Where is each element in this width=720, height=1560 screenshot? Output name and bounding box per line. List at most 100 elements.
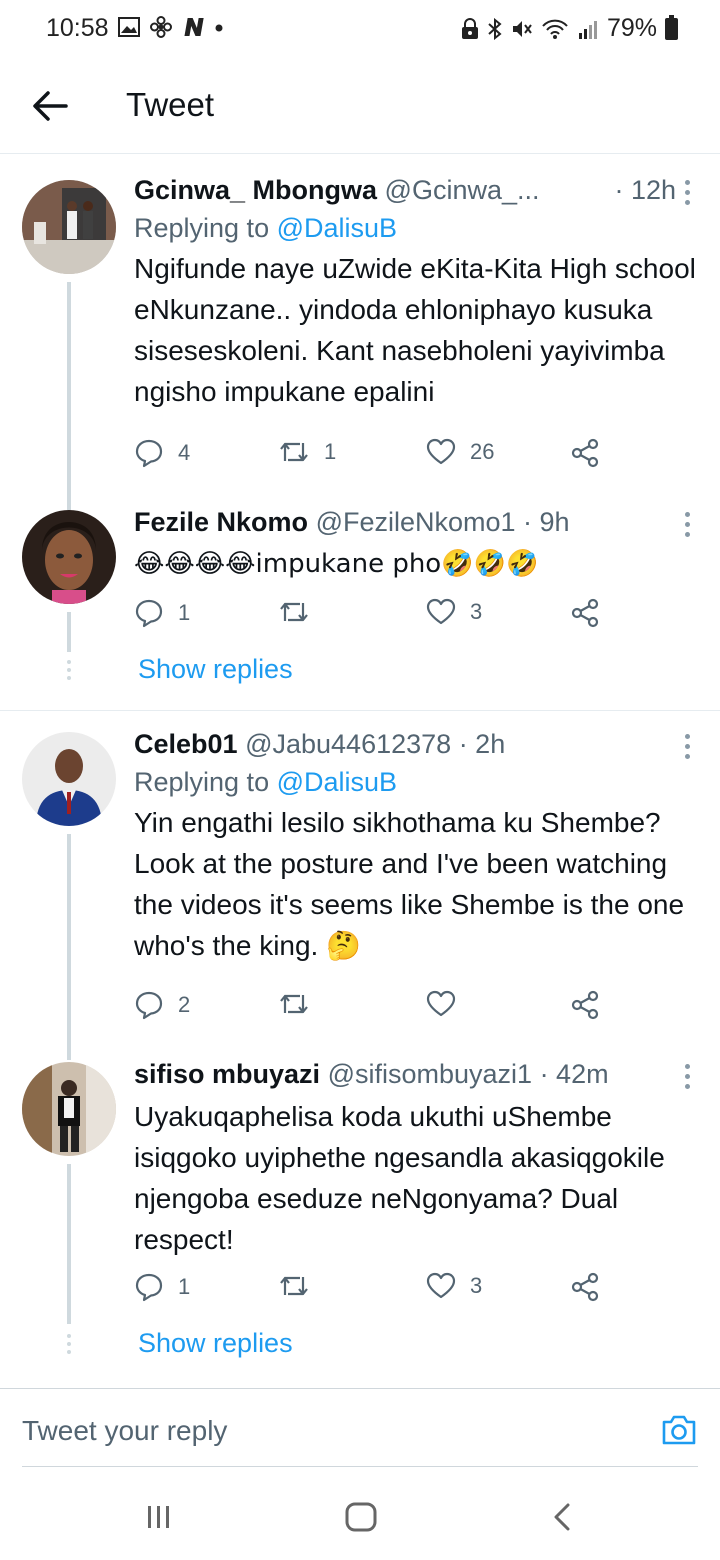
replying-prefix: Replying to [134,213,277,243]
more-options-icon[interactable] [680,180,694,210]
tweet-time: · 9h [523,507,570,537]
reply-button[interactable]: 4 [134,438,190,468]
thread-line [67,834,71,1060]
replying-mention[interactable]: @DalisuB [277,213,397,243]
system-nav-bar [0,1480,720,1560]
reply-composer: Tweet your reply [0,1388,720,1470]
share-icon [571,598,599,628]
tweet-text: Ngifunde naye uZwide eKita-Kita High sch… [134,253,696,407]
author-name[interactable]: Fezile Nkomo [134,507,308,537]
composer-underline [22,1466,698,1467]
thread-dots [67,1334,71,1358]
retweet-icon [280,1276,308,1296]
lock-icon [461,17,478,39]
more-options-icon[interactable] [680,734,694,764]
gallery-icon [118,17,140,37]
like-button[interactable]: 26 [426,438,494,466]
author-name[interactable]: sifiso mbuyazi [134,1059,320,1089]
reply-count: 1 [178,600,191,625]
heart-icon [426,990,456,1017]
battery-icon [665,14,678,40]
author-name[interactable]: Celeb01 [134,729,238,759]
author-handle[interactable]: @Gcinwa_... [385,175,540,205]
tweet-time: · 42m [539,1059,609,1089]
n-icon [184,18,204,36]
reply-count: 1 [178,1274,191,1299]
replying-to: Replying to @DalisuB [134,762,698,802]
tweet-time: · 2h [458,729,506,759]
author-name[interactable]: Gcinwa_ Mbongwa [134,175,377,205]
retweet-button[interactable] [278,990,324,1018]
thread-dots [67,660,71,684]
tweet-actions: 1 3 [134,598,614,632]
mute-icon [512,20,532,37]
more-options-icon[interactable] [680,512,694,542]
retweet-icon [280,442,308,462]
reply-button[interactable]: 1 [134,598,190,628]
top-bar: Tweet [0,58,720,154]
tweet-actions: 1 3 [134,1272,614,1306]
reply-icon [135,1273,163,1302]
tweet-text: Yin engathi lesilo sikhothama ku Shembe?… [134,807,685,961]
retweet-button[interactable]: 1 [278,438,336,466]
avatar[interactable] [22,180,116,274]
replying-to: Replying to @DalisuB [134,208,698,248]
reply-button[interactable]: 2 [134,990,190,1020]
share-icon [571,990,599,1020]
share-button[interactable] [570,438,600,468]
like-count: 3 [470,599,483,624]
like-button[interactable]: 3 [426,1272,482,1300]
bluetooth-icon [488,17,502,40]
retweet-button[interactable] [278,1272,324,1300]
share-icon [571,1272,599,1302]
reply-button[interactable]: 1 [134,1272,190,1302]
share-button[interactable] [570,990,600,1020]
heart-icon [426,598,456,625]
wifi-icon [542,19,568,39]
share-button[interactable] [570,598,600,628]
thread-line [67,282,71,510]
fan-icon [150,16,172,38]
dot-icon [215,24,223,32]
recent-apps-icon[interactable] [144,1502,174,1532]
home-icon[interactable] [344,1502,378,1532]
status-bar: 10:58 79% [0,0,720,58]
reply-icon [135,599,163,628]
replying-mention[interactable]: @DalisuB [277,767,397,797]
heart-icon [426,438,456,465]
status-time: 10:58 [46,14,109,42]
show-replies-link[interactable]: Show replies [138,654,293,685]
back-nav-icon[interactable] [550,1502,574,1532]
like-count: 3 [470,1273,483,1298]
author-handle[interactable]: @FezileNkomo1 [316,507,516,537]
camera-icon[interactable] [660,1413,698,1447]
retweet-icon [280,602,308,622]
signal-icon [578,20,597,39]
avatar[interactable] [22,510,116,604]
reply-icon [135,991,163,1020]
tweet-time: · 12h [614,175,676,205]
share-button[interactable] [570,1272,600,1302]
reply-icon [135,439,163,468]
share-icon [571,438,599,468]
thread-line [67,1164,71,1324]
replying-prefix: Replying to [134,767,277,797]
avatar[interactable] [22,1062,116,1156]
thread-line [67,612,71,652]
reply-input[interactable]: Tweet your reply [22,1415,227,1447]
battery-percent: 79% [606,14,657,42]
retweet-count: 1 [324,439,337,464]
show-replies-link[interactable]: Show replies [138,1328,293,1359]
reply-count: 2 [178,992,191,1017]
like-button[interactable]: 3 [426,598,482,626]
tweet-actions: 2 [134,990,614,1024]
more-options-icon[interactable] [680,1064,694,1094]
like-count: 26 [470,439,495,464]
retweet-button[interactable] [278,598,324,626]
avatar[interactable] [22,732,116,826]
author-handle[interactable]: @Jabu44612378 [245,729,451,759]
author-handle[interactable]: @sifisombuyazi1 [328,1059,532,1089]
like-button[interactable] [426,990,470,1018]
page-title: Tweet [126,86,215,123]
back-arrow-icon[interactable] [30,88,70,124]
